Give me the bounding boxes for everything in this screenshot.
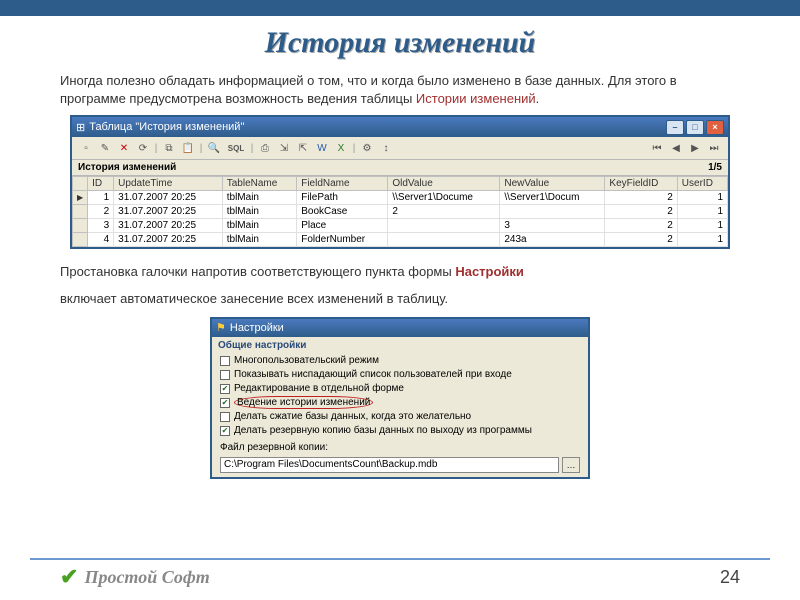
- row-marker-icon: [73, 191, 88, 205]
- window-grid-icon: ⊞: [76, 121, 85, 134]
- footer-divider: [30, 558, 770, 560]
- paste-icon[interactable]: 📋: [180, 140, 196, 156]
- intro-text: Иногда полезно обладать информацией о то…: [60, 73, 677, 106]
- search-icon[interactable]: 🔍: [206, 140, 222, 156]
- option-label: Редактирование в отдельной форме: [234, 383, 404, 394]
- col-userid[interactable]: UserID: [677, 177, 727, 191]
- row-counter: 1/5: [708, 162, 722, 173]
- para2-a: Простановка галочки напротив соответству…: [60, 264, 455, 279]
- table-row[interactable]: 2 31.07.2007 20:25 tblMain BookCase 2 2 …: [73, 205, 728, 219]
- intro-paragraph: Иногда полезно обладать информацией о то…: [60, 72, 740, 107]
- option-row[interactable]: Делать сжатие базы данных, когда это жел…: [212, 410, 588, 424]
- close-button[interactable]: ×: [706, 120, 724, 135]
- refresh-icon[interactable]: ⟳: [135, 140, 151, 156]
- col-fieldname[interactable]: FieldName: [297, 177, 388, 191]
- history-subheader: История изменений 1/5: [72, 160, 728, 176]
- history-titlebar: ⊞ Таблица "История изменений" – □ ×: [72, 117, 728, 137]
- next-icon[interactable]: ▶: [687, 140, 703, 156]
- excel-export-icon[interactable]: X: [333, 140, 349, 156]
- option-label: Многопользовательский режим: [234, 355, 379, 366]
- checkbox-icon[interactable]: [220, 384, 230, 394]
- table-row[interactable]: 3 31.07.2007 20:25 tblMain Place 3 2 1: [73, 219, 728, 233]
- option-row[interactable]: Делать резервную копию базы данных по вы…: [212, 424, 588, 438]
- slide-body: История изменений Иногда полезно обладат…: [0, 16, 800, 479]
- settings-title-icon: ⚑: [216, 321, 226, 334]
- history-window: ⊞ Таблица "История изменений" – □ × ▫ ✎ …: [70, 115, 730, 249]
- col-id[interactable]: ID: [88, 177, 114, 191]
- page-number: 24: [720, 567, 740, 588]
- checkbox-icon[interactable]: [220, 356, 230, 366]
- settings-window: ⚑ Настройки Общие настройки Многопользов…: [210, 317, 590, 479]
- browse-button[interactable]: …: [562, 457, 580, 473]
- table-row[interactable]: 1 31.07.2007 20:25 tblMain FilePath \\Se…: [73, 191, 728, 205]
- option-label: Показывать ниспадающий список пользовате…: [234, 369, 512, 380]
- col-keyfieldid[interactable]: KeyFieldID: [605, 177, 677, 191]
- col-updatetime[interactable]: UpdateTime: [114, 177, 223, 191]
- export-icon[interactable]: ⇲: [276, 140, 292, 156]
- settings-titlebar: ⚑ Настройки: [212, 319, 588, 337]
- path-row: …: [212, 455, 588, 477]
- minimize-button[interactable]: –: [666, 120, 684, 135]
- new-icon[interactable]: ▫: [78, 140, 94, 156]
- edit-icon[interactable]: ✎: [97, 140, 113, 156]
- check-icon: ✔: [60, 564, 78, 590]
- option-row[interactable]: Показывать ниспадающий список пользовате…: [212, 368, 588, 382]
- history-grid[interactable]: ID UpdateTime TableName FieldName OldVal…: [72, 176, 728, 247]
- history-toolbar: ▫ ✎ ✕ ⟳ | ⧉ 📋 | 🔍 SQL | ⎙ ⇲ ⇱ W X | ⚙ ↕ …: [72, 137, 728, 160]
- path-label: Файл резервной копии:: [220, 442, 328, 453]
- copy-icon[interactable]: ⧉: [161, 140, 177, 156]
- option-row-history[interactable]: Ведение истории изменений: [212, 396, 588, 410]
- grid-header-row: ID UpdateTime TableName FieldName OldVal…: [73, 177, 728, 191]
- option-label: Делать сжатие базы данных, когда это жел…: [234, 411, 471, 422]
- maximize-button[interactable]: □: [686, 120, 704, 135]
- checkbox-icon[interactable]: [220, 398, 230, 408]
- option-label: Делать резервную копию базы данных по вы…: [234, 425, 532, 436]
- option-label-circled: Ведение истории изменений: [234, 396, 373, 409]
- para2-highlight: Настройки: [455, 264, 524, 279]
- option-row[interactable]: Редактирование в отдельной форме: [212, 382, 588, 396]
- intro-highlight: Истории изменений: [416, 91, 536, 106]
- middle-paragraph: Простановка галочки напротив соответству…: [60, 263, 740, 282]
- first-icon[interactable]: ⏮: [649, 140, 665, 156]
- checkbox-icon[interactable]: [220, 370, 230, 380]
- path-label-row: Файл резервной копии:: [212, 441, 588, 455]
- page-title: История изменений: [60, 26, 740, 60]
- sql-icon[interactable]: SQL: [225, 140, 247, 156]
- settings-title: Настройки: [226, 322, 584, 334]
- sort-icon[interactable]: ↕: [378, 140, 394, 156]
- subheader-label: История изменений: [78, 162, 708, 173]
- word-export-icon[interactable]: W: [314, 140, 330, 156]
- delete-icon[interactable]: ✕: [116, 140, 132, 156]
- col-tablename[interactable]: TableName: [222, 177, 296, 191]
- backup-path-input[interactable]: [220, 457, 559, 473]
- settings-section-header: Общие настройки: [212, 337, 588, 354]
- print-icon[interactable]: ⎙: [257, 140, 273, 156]
- history-title: Таблица "История изменений": [85, 121, 666, 133]
- top-bar: [0, 0, 800, 16]
- checkbox-icon[interactable]: [220, 426, 230, 436]
- col-newvalue[interactable]: NewValue: [500, 177, 605, 191]
- table-row[interactable]: 4 31.07.2007 20:25 tblMain FolderNumber …: [73, 233, 728, 247]
- brand-logo: ✔ Простой Софт: [60, 564, 210, 590]
- brand-name: Простой Софт: [84, 567, 209, 588]
- prev-icon[interactable]: ◀: [668, 140, 684, 156]
- middle-paragraph-b: включает автоматическое занесение всех и…: [60, 290, 740, 309]
- footer: ✔ Простой Софт 24: [0, 558, 800, 600]
- option-row[interactable]: Многопользовательский режим: [212, 354, 588, 368]
- checkbox-icon[interactable]: [220, 412, 230, 422]
- col-oldvalue[interactable]: OldValue: [388, 177, 500, 191]
- settings-icon[interactable]: ⚙: [359, 140, 375, 156]
- last-icon[interactable]: ⏭: [706, 140, 722, 156]
- import-icon[interactable]: ⇱: [295, 140, 311, 156]
